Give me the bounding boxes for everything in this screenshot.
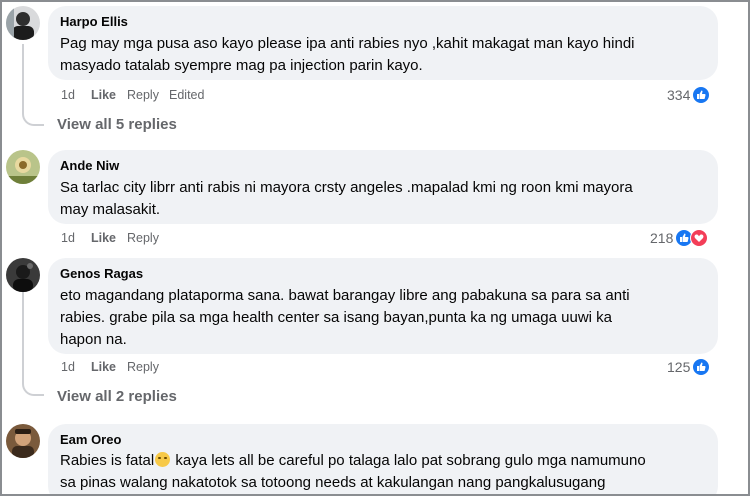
love-icon xyxy=(690,229,709,247)
reply-button[interactable]: Reply xyxy=(127,87,169,103)
thread-connector-curve xyxy=(22,112,44,126)
reaction-count: 334 xyxy=(667,87,691,103)
thread-connector xyxy=(22,292,24,384)
like-button[interactable]: Like xyxy=(91,230,127,246)
avatar[interactable] xyxy=(6,6,40,40)
comment-text: masyado tatalab syempre mag pa injection… xyxy=(60,57,423,74)
comment-text-part: kaya lets all be careful po talaga lalo … xyxy=(171,452,646,469)
window-border-left xyxy=(0,0,2,496)
reaction-count: 125 xyxy=(667,359,691,375)
avatar[interactable] xyxy=(6,258,40,292)
comment-timestamp[interactable]: 1d xyxy=(61,230,91,246)
thread-connector xyxy=(22,44,24,114)
reply-button[interactable]: Reply xyxy=(127,230,161,246)
downcast-face-emoji xyxy=(155,452,171,467)
comment-text-part: Rabies is fatal xyxy=(60,452,155,469)
comment-text: rabies. grabe pila sa mga health center … xyxy=(60,309,613,326)
comment-text: Sa tarlac city librr anti rabis ni mayor… xyxy=(60,179,633,196)
reaction-summary[interactable]: 334 xyxy=(667,86,711,104)
comment-text: eto magandang plataporma sana. bawat bar… xyxy=(60,287,630,304)
comment-actions: 1d Like Reply Edited xyxy=(61,87,204,103)
comment-text: sa pinas walang nakatotok sa totoong nee… xyxy=(60,474,606,491)
reaction-count: 218 xyxy=(650,230,674,246)
reply-button[interactable]: Reply xyxy=(127,359,161,375)
comment-text: Rabies is fatal kaya lets all be careful… xyxy=(60,450,706,472)
thread-connector-curve xyxy=(22,382,44,396)
edited-label[interactable]: Edited xyxy=(169,87,204,103)
comment-author[interactable]: Eam Oreo xyxy=(60,431,706,448)
comment-text: Pag may mga pusa aso kayo please ipa ant… xyxy=(60,35,635,52)
comment-bubble: Eam Oreo Rabies is fatal kaya lets all b… xyxy=(48,424,718,496)
comment-author[interactable]: Genos Ragas xyxy=(60,265,706,282)
reaction-summary[interactable]: 125 xyxy=(667,358,711,376)
comment-bubble: Ande Niw Sa tarlac city librr anti rabis… xyxy=(48,150,718,224)
avatar[interactable] xyxy=(6,150,40,184)
comment-bubble: Harpo Ellis Pag may mga pusa aso kayo pl… xyxy=(48,6,718,80)
comment-timestamp[interactable]: 1d xyxy=(61,87,91,103)
like-button[interactable]: Like xyxy=(91,359,127,375)
comment-author[interactable]: Ande Niw xyxy=(60,157,706,174)
comment-text: hapon na. xyxy=(60,331,127,348)
comment-text: may malasakit. xyxy=(60,201,161,218)
comment-bubble: Genos Ragas eto magandang plataporma san… xyxy=(48,258,718,354)
comment-timestamp[interactable]: 1d xyxy=(61,359,91,375)
comment-actions: 1d Like Reply xyxy=(61,230,161,246)
like-button[interactable]: Like xyxy=(91,87,127,103)
view-replies-link[interactable]: View all 5 replies xyxy=(57,116,177,133)
avatar[interactable] xyxy=(6,424,40,458)
reaction-summary[interactable]: 218 xyxy=(650,229,709,247)
comment-author[interactable]: Harpo Ellis xyxy=(60,13,706,30)
window-border-top xyxy=(0,0,750,2)
view-replies-link[interactable]: View all 2 replies xyxy=(57,388,177,405)
comment-actions: 1d Like Reply xyxy=(61,359,161,375)
like-icon xyxy=(692,358,711,376)
like-icon xyxy=(692,86,711,104)
